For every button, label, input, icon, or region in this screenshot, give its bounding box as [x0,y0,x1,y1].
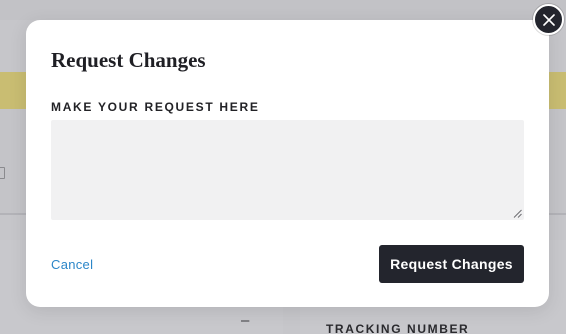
modal-title: Request Changes [51,48,206,72]
cancel-button[interactable]: Cancel [51,257,93,272]
background-top-bar [0,0,566,20]
resize-handle-icon[interactable] [513,209,522,218]
background-empty-value: – [241,312,250,329]
request-changes-button[interactable]: Request Changes [379,245,524,283]
background-tracking-label: TRACKING NUMBER [326,322,470,334]
close-button[interactable] [533,4,564,35]
background-document-icon [0,167,5,179]
close-icon [542,13,555,26]
request-field-label: MAKE YOUR REQUEST HERE [51,100,260,114]
request-changes-modal: Request Changes MAKE YOUR REQUEST HERE C… [26,20,549,307]
request-textarea[interactable] [51,120,524,220]
